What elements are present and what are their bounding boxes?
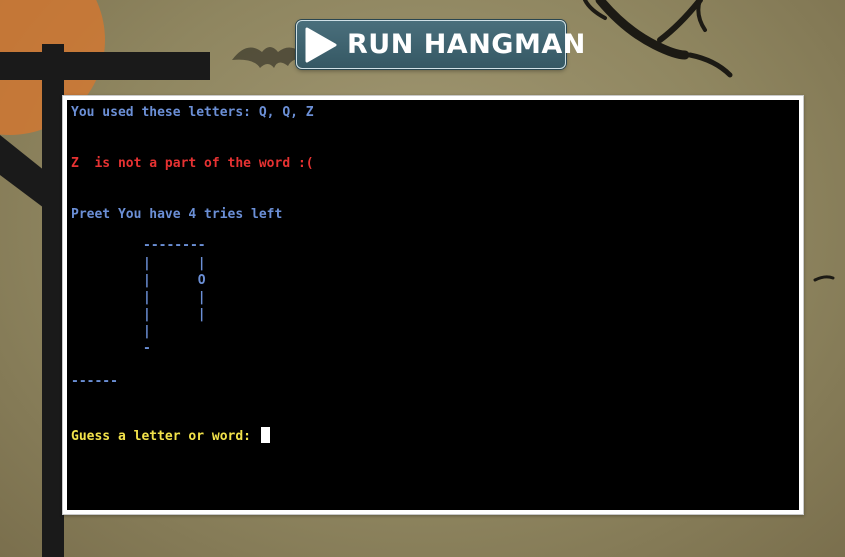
guess-prompt-line[interactable]: Guess a letter or word: xyxy=(71,427,270,445)
guess-prompt: Guess a letter or word: xyxy=(71,429,259,444)
terminal-output[interactable]: You used these letters: Q, Q, Z Z is not… xyxy=(67,100,799,510)
gallows-row-4: | | xyxy=(143,290,206,305)
run-hangman-button[interactable]: RUN HANGMAN xyxy=(296,20,585,69)
play-icon xyxy=(305,27,337,63)
gallows-row-5: | | xyxy=(143,307,206,322)
gallows-row-6: | xyxy=(143,324,151,339)
terminal-frame: You used these letters: Q, Q, Z Z is not… xyxy=(62,95,804,515)
not-in-word-line: Z is not a part of the word :( xyxy=(71,156,314,171)
gallows-row-3: | O xyxy=(143,273,206,288)
gallows-row-7: - xyxy=(143,341,151,356)
gallows-row-2: | | xyxy=(143,256,206,271)
run-hangman-label: RUN HANGMAN xyxy=(347,29,586,60)
gallows-row-1: -------- xyxy=(143,238,206,253)
used-letters-line: You used these letters: Q, Q, Z xyxy=(71,105,314,120)
tries-left-line: Preet You have 4 tries left xyxy=(71,207,283,222)
text-cursor[interactable] xyxy=(260,427,270,443)
word-progress: ------ xyxy=(71,374,118,389)
